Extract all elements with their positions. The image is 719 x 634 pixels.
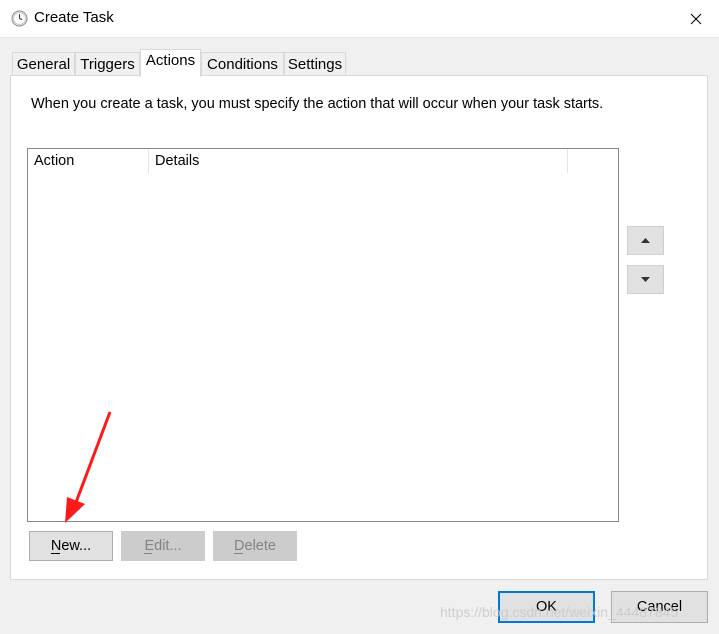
triangle-up-icon [641,238,650,243]
column-header-filler [568,149,618,173]
tab-conditions[interactable]: Conditions [201,52,284,76]
tab-label: Triggers [80,56,135,73]
column-header-label: Action [34,153,75,169]
actions-intro-text: When you create a task, you must specify… [31,96,604,112]
column-header-details[interactable]: Details [149,149,568,173]
tab-general[interactable]: General [12,52,75,76]
move-down-button[interactable] [627,265,664,294]
close-icon [690,13,702,25]
tab-label: Conditions [207,56,278,73]
window-title: Create Task [34,9,114,26]
annotation-arrow [65,411,112,523]
ok-button-label: OK [536,599,557,615]
delete-action-button[interactable]: Delete [213,531,297,561]
edit-action-button[interactable]: Edit... [121,531,205,561]
edit-button-label: Edit... [144,538,182,554]
title-bar: Create Task [0,0,719,38]
tab-label: Settings [287,56,343,73]
new-button-label: New... [50,538,92,554]
triangle-down-icon [641,277,650,282]
move-up-button[interactable] [627,226,664,255]
clock-icon [11,10,28,27]
close-button[interactable] [673,0,719,38]
tab-settings[interactable]: Settings [284,52,346,76]
cancel-button[interactable]: Cancel [611,591,708,623]
tab-actions[interactable]: Actions [140,49,201,77]
tab-label: Actions [145,52,196,69]
ok-button[interactable]: OK [498,591,595,623]
tab-strip: General Triggers Actions Conditions Sett… [12,49,612,77]
delete-button-label: Delete [234,538,276,554]
new-action-button[interactable]: New... [29,531,113,561]
tab-label: General [16,56,71,73]
column-header-label: Details [155,153,200,169]
column-header-action[interactable]: Action [28,149,149,173]
tab-triggers[interactable]: Triggers [75,52,140,76]
cancel-button-label: Cancel [636,599,683,615]
